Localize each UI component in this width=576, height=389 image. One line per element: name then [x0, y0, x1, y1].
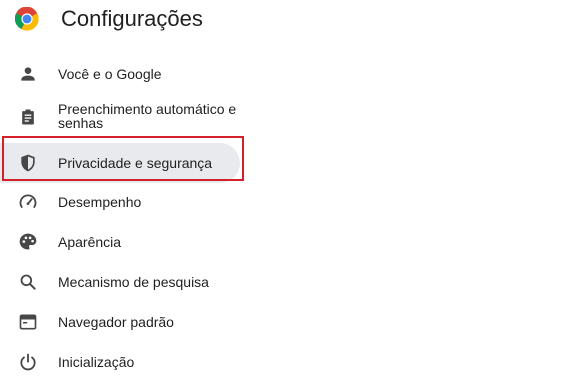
sidebar-item-label: Privacidade e segurança: [58, 155, 213, 171]
power-icon: [18, 352, 38, 372]
browser-window-icon: [18, 312, 38, 332]
sidebar-item-label: Desempenho: [58, 194, 142, 210]
chrome-logo-icon: [14, 6, 39, 31]
sidebar-item-you-and-google[interactable]: Você e o Google: [0, 54, 240, 94]
sidebar-item-label: Navegador padrão: [58, 314, 174, 330]
sidebar-item-search-engine[interactable]: Mecanismo de pesquisa: [0, 262, 240, 302]
sidebar-item-label: Mecanismo de pesquisa: [58, 274, 209, 290]
person-icon: [18, 64, 38, 84]
sidebar-item-default-browser[interactable]: Navegador padrão: [0, 302, 240, 342]
header: Configurações: [0, 0, 576, 40]
sidebar-item-label: Você e o Google: [58, 66, 162, 82]
sidebar-item-performance[interactable]: Desempenho: [0, 182, 240, 222]
shield-icon: [18, 153, 38, 173]
sidebar-item-appearance[interactable]: Aparência: [0, 222, 240, 262]
page-title: Configurações: [61, 6, 203, 31]
sidebar-item-startup[interactable]: Inicialização: [0, 342, 240, 382]
speedometer-icon: [18, 192, 38, 212]
sidebar-item-label: Inicialização: [58, 354, 135, 370]
sidebar-item-label: Preenchimento automático e senhas: [58, 101, 237, 131]
sidebar-item-label: Aparência: [58, 234, 122, 250]
clipboard-icon: [18, 107, 38, 127]
sidebar-item-privacy-security[interactable]: Privacidade e segurança: [0, 143, 240, 183]
settings-sidebar: Você e o Google Preenchimento automático…: [0, 54, 260, 389]
sidebar-item-autofill-passwords[interactable]: Preenchimento automático e senhas: [0, 96, 240, 136]
search-icon: [18, 272, 38, 292]
palette-icon: [18, 232, 38, 252]
